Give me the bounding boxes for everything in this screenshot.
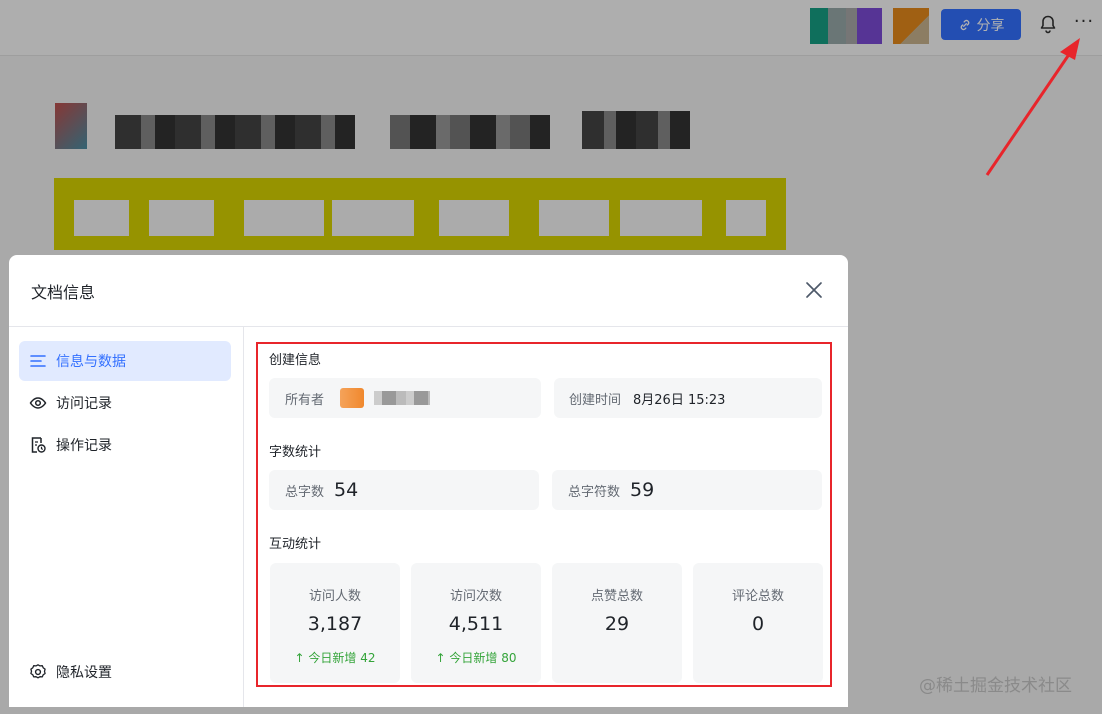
total-words-label: 总字数 — [285, 484, 325, 500]
stat-card-comments: 评论总数 0 — [693, 563, 823, 683]
sidebar-item-label: 访问记录 — [56, 396, 112, 412]
stat-value: 29 — [604, 613, 630, 635]
sidebar-item-label: 操作记录 — [56, 438, 112, 454]
section-title-interaction: 互动统计 — [269, 537, 322, 552]
dialog-header: 文档信息 — [9, 255, 848, 327]
stat-card-visits: 访问次数 4,511 ↑ 今日新增 80 — [411, 563, 541, 683]
sidebar-item-label: 信息与数据 — [56, 354, 126, 370]
total-words-value: 54 — [334, 479, 359, 501]
stat-delta-text: 今日新增 80 — [449, 651, 517, 665]
stat-delta: ↑ 今日新增 42 — [294, 651, 376, 665]
eye-icon — [29, 397, 47, 409]
dialog-sidebar: 信息与数据 访问记录 操作记录 隐私设置 — [9, 327, 244, 707]
stat-value: 4,511 — [448, 613, 504, 635]
created-time-label: 创建时间 — [569, 392, 622, 408]
stat-card-visitors: 访问人数 3,187 ↑ 今日新增 42 — [270, 563, 400, 683]
sidebar-item-operation-log[interactable]: 操作记录 — [19, 425, 231, 465]
sidebar-item-info-and-data[interactable]: 信息与数据 — [19, 341, 231, 381]
sidebar-item-access-log[interactable]: 访问记录 — [19, 383, 231, 423]
stat-label: 评论总数 — [731, 589, 784, 604]
list-icon — [30, 355, 46, 367]
owner-card: 所有者 — [269, 378, 541, 418]
stat-label: 访问次数 — [449, 589, 502, 604]
total-words-card: 总字数 54 — [269, 470, 539, 510]
owner-avatar[interactable] — [340, 388, 365, 408]
stat-value: 3,187 — [307, 613, 363, 635]
stat-delta-text: 今日新增 42 — [308, 651, 376, 665]
stat-card-likes: 点赞总数 29 — [552, 563, 682, 683]
dialog-title: 文档信息 — [31, 283, 96, 302]
stat-label: 访问人数 — [308, 589, 361, 604]
owner-name-redacted — [374, 391, 431, 405]
sidebar-item-privacy-settings[interactable]: 隐私设置 — [19, 652, 231, 692]
sidebar-item-label: 隐私设置 — [56, 665, 112, 681]
watermark: @稀土掘金技术社区 — [919, 676, 1072, 696]
owner-label: 所有者 — [285, 392, 325, 408]
section-title-word-stats: 字数统计 — [269, 445, 322, 460]
total-chars-label: 总字符数 — [568, 484, 621, 500]
stat-value: 0 — [751, 613, 765, 635]
total-chars-value: 59 — [630, 479, 655, 501]
gear-icon — [30, 664, 46, 679]
stat-delta: ↑ 今日新增 80 — [435, 651, 517, 665]
created-time-card: 创建时间 8月26日 15:23 — [554, 378, 822, 418]
total-chars-card: 总字符数 59 — [552, 470, 822, 510]
close-icon[interactable] — [803, 279, 825, 301]
stat-label: 点赞总数 — [590, 589, 643, 604]
annotation-arrow — [985, 38, 1080, 176]
created-time-value: 8月26日 15:23 — [633, 392, 726, 408]
file-clock-icon — [31, 437, 46, 453]
section-title-create-info: 创建信息 — [269, 353, 322, 368]
